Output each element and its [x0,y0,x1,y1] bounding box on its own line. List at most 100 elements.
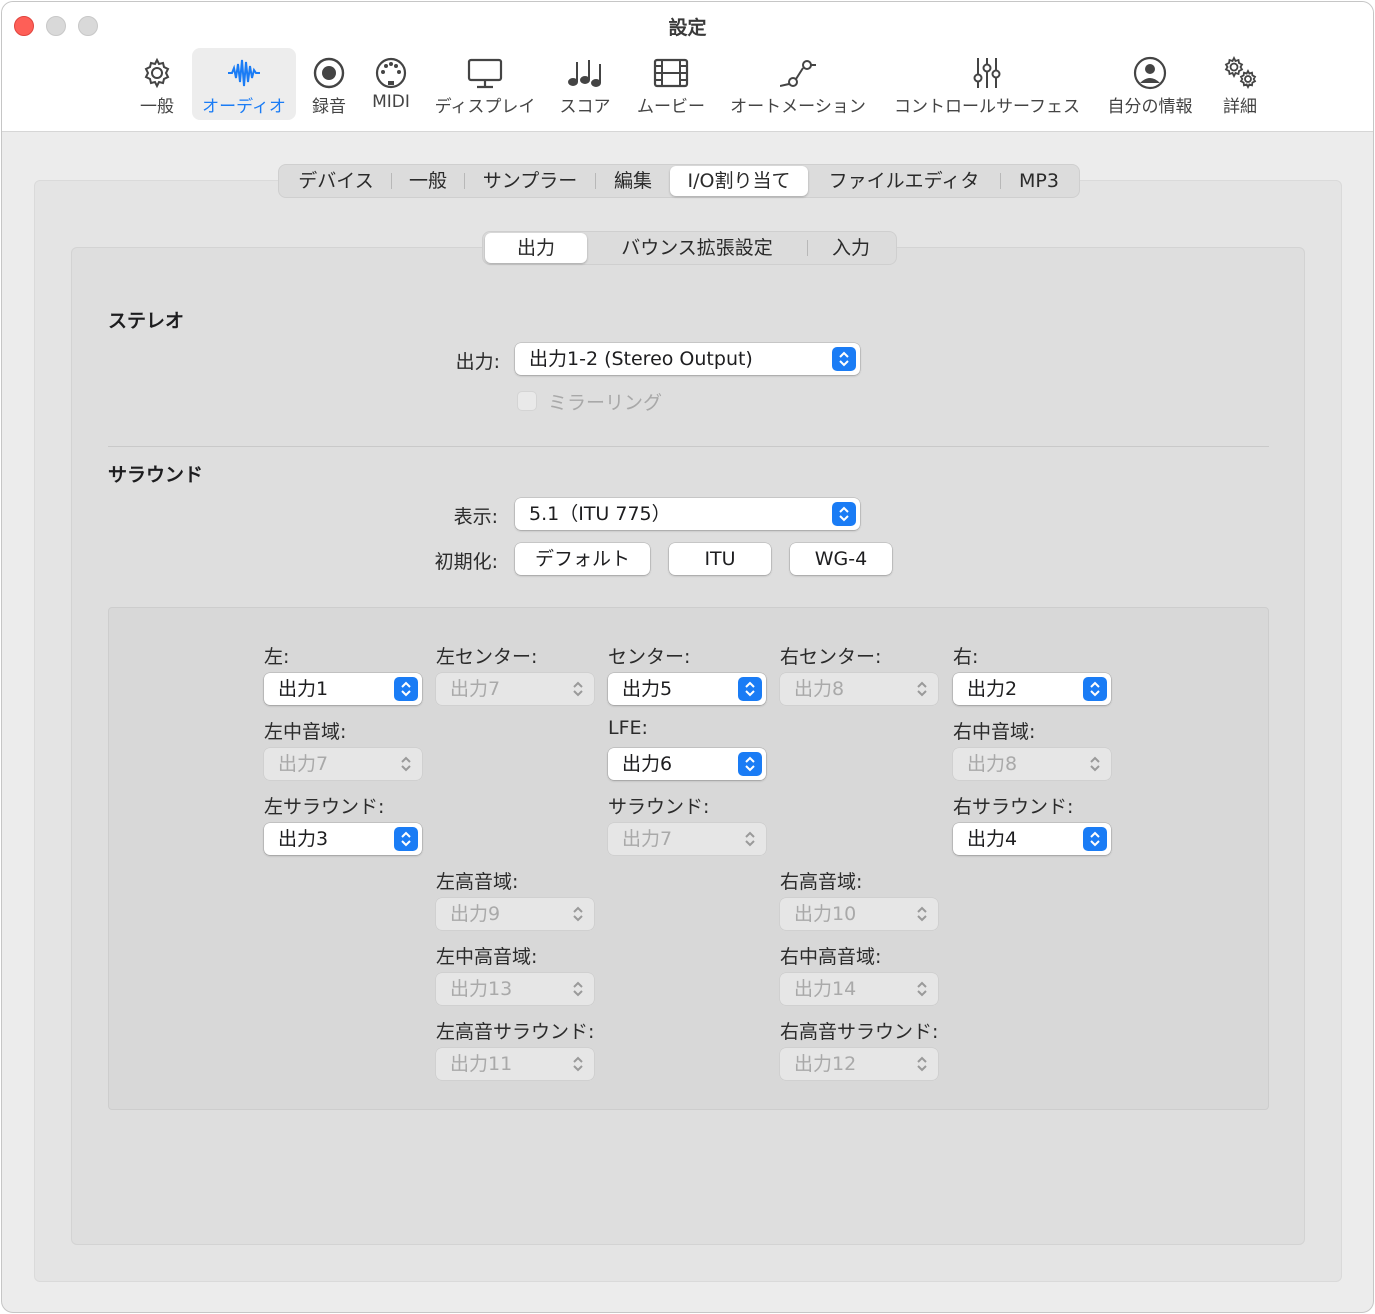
chevron-updown-icon [566,902,590,926]
toolbar-item-general[interactable]: 一般 [124,48,190,120]
channel-surround-value: 出力7 [622,828,673,850]
channel-center-label: センター: [608,646,691,668]
chevron-updown-icon [910,677,934,701]
toolbar-item-midi[interactable]: MIDI [362,48,420,120]
channel-left-mid-popup[interactable]: 出力7 [264,748,422,780]
channel-right-high-surround-label: 右高音サラウンド: [780,1021,939,1043]
channel-left-high-popup[interactable]: 出力9 [436,898,594,930]
channel-right-mid-label: 右中音域: [953,721,1036,743]
tab-file-editor[interactable]: ファイルエディタ [808,166,1000,196]
user-circle-icon [1132,56,1168,90]
channel-left-mid-label: 左中音域: [264,721,347,743]
channel-lfe-popup[interactable]: 出力6 [608,748,766,780]
channel-right-surround-popup[interactable]: 出力4 [953,823,1111,855]
channel-right-mid-high-label: 右中高音域: [780,946,882,968]
channel-left-label: 左: [264,646,290,668]
channel-surround-label: サラウンド: [608,796,710,818]
channel-left-center-label: 左センター: [436,646,538,668]
io-subtabs: 出力 バウンス拡張設定 入力 [482,231,897,265]
channel-right-center-value: 出力8 [794,678,845,700]
surround-format-value: 5.1（ITU 775） [529,503,671,525]
chevron-updown-icon [566,977,590,1001]
init-default-button[interactable]: デフォルト [515,543,650,575]
stereo-output-popup[interactable]: 出力1-2 (Stereo Output) [515,343,860,375]
initialize-label: 初期化: [434,551,498,573]
audio-tabs: デバイス 一般 サンプラー 編集 I/O割り当て ファイルエディタ MP3 [278,164,1080,198]
channel-right-high-surround-value: 出力12 [794,1053,857,1075]
channel-left-value: 出力1 [278,678,329,700]
channel-right-surround-label: 右サラウンド: [953,796,1074,818]
surround-section-title: サラウンド [108,464,204,486]
channel-center-popup[interactable]: 出力5 [608,673,766,705]
chevron-updown-icon [738,677,762,701]
chevron-updown-icon [910,1052,934,1076]
channel-left-high-surround-label: 左高音サラウンド: [436,1021,595,1043]
toolbar-item-display[interactable]: ディスプレイ [428,48,542,120]
channel-left-high-value: 出力9 [450,903,501,925]
channel-right-mid-popup[interactable]: 出力8 [953,748,1111,780]
surround-format-popup[interactable]: 5.1（ITU 775） [515,498,860,530]
toolbar-item-my-info[interactable]: 自分の情報 [1102,48,1198,120]
tab-mp3[interactable]: MP3 [1001,166,1077,196]
toolbar-item-audio[interactable]: オーディオ [192,48,296,120]
channel-center-value: 出力5 [622,678,673,700]
titlebar: 設定 一般 オーディオ 録音 MIDI ディスプレイ スコア ムービー オートメ… [2,2,1373,132]
tab-devices[interactable]: デバイス [281,166,391,196]
mirroring-label: ミラーリング [548,392,663,414]
toolbar-item-movie[interactable]: ムービー [630,48,712,120]
chevron-updown-icon [394,677,418,701]
channel-left-center-popup[interactable]: 出力7 [436,673,594,705]
tab-editing[interactable]: 編集 [596,166,670,196]
tab-io-assignments[interactable]: I/O割り当て [670,166,808,196]
channel-left-mid-value: 出力7 [278,753,329,775]
chevron-updown-icon [394,752,418,776]
chevron-updown-icon [832,502,856,526]
subtab-input[interactable]: 入力 [808,233,894,263]
channel-left-popup[interactable]: 出力1 [264,673,422,705]
subtab-bounce-extensions[interactable]: バウンス拡張設定 [587,233,807,263]
channel-left-high-label: 左高音域: [436,871,519,893]
tab-sampler[interactable]: サンプラー [465,166,595,196]
toolbar-item-score[interactable]: スコア [554,48,616,120]
gear-icon [139,56,175,90]
midi-port-icon [373,56,409,90]
channel-right-label: 右: [953,646,979,668]
toolbar-item-advanced[interactable]: 詳細 [1210,48,1270,120]
channel-left-surround-label: 左サラウンド: [264,796,385,818]
chevron-updown-icon [738,827,762,851]
mirroring-checkbox[interactable] [517,391,537,411]
channel-left-high-surround-popup[interactable]: 出力11 [436,1048,594,1080]
channel-right-popup[interactable]: 出力2 [953,673,1111,705]
stereo-section-title: ステレオ [108,310,185,332]
channel-right-mid-value: 出力8 [967,753,1018,775]
chevron-updown-icon [1083,752,1107,776]
channel-left-mid-high-popup[interactable]: 出力13 [436,973,594,1005]
init-wg4-button[interactable]: WG-4 [790,543,892,575]
channel-left-mid-high-label: 左中高音域: [436,946,538,968]
channel-right-value: 出力2 [967,678,1018,700]
channel-surround-popup[interactable]: 出力7 [608,823,766,855]
chevron-updown-icon [1083,827,1107,851]
channel-right-high-popup[interactable]: 出力10 [780,898,938,930]
channel-left-surround-popup[interactable]: 出力3 [264,823,422,855]
section-divider [108,446,1269,447]
channel-right-mid-high-value: 出力14 [794,978,857,1000]
channel-right-high-value: 出力10 [794,903,857,925]
chevron-updown-icon [1083,677,1107,701]
chevron-updown-icon [832,347,856,371]
channel-right-mid-high-popup[interactable]: 出力14 [780,973,938,1005]
channel-lfe-label: LFE: [608,717,648,739]
channel-left-surround-value: 出力3 [278,828,329,850]
tab-general[interactable]: 一般 [392,166,464,196]
film-icon [653,56,689,90]
init-itu-button[interactable]: ITU [669,543,771,575]
toolbar-item-control-surfaces[interactable]: コントロールサーフェス [888,48,1086,120]
gears-icon [1222,55,1258,90]
toolbar-item-automation[interactable]: オートメーション [724,48,872,120]
subtab-output[interactable]: 出力 [485,233,587,263]
music-notes-icon [567,56,603,90]
chevron-updown-icon [910,977,934,1001]
channel-right-center-popup[interactable]: 出力8 [780,673,938,705]
toolbar-item-record[interactable]: 録音 [302,48,356,120]
channel-right-high-surround-popup[interactable]: 出力12 [780,1048,938,1080]
